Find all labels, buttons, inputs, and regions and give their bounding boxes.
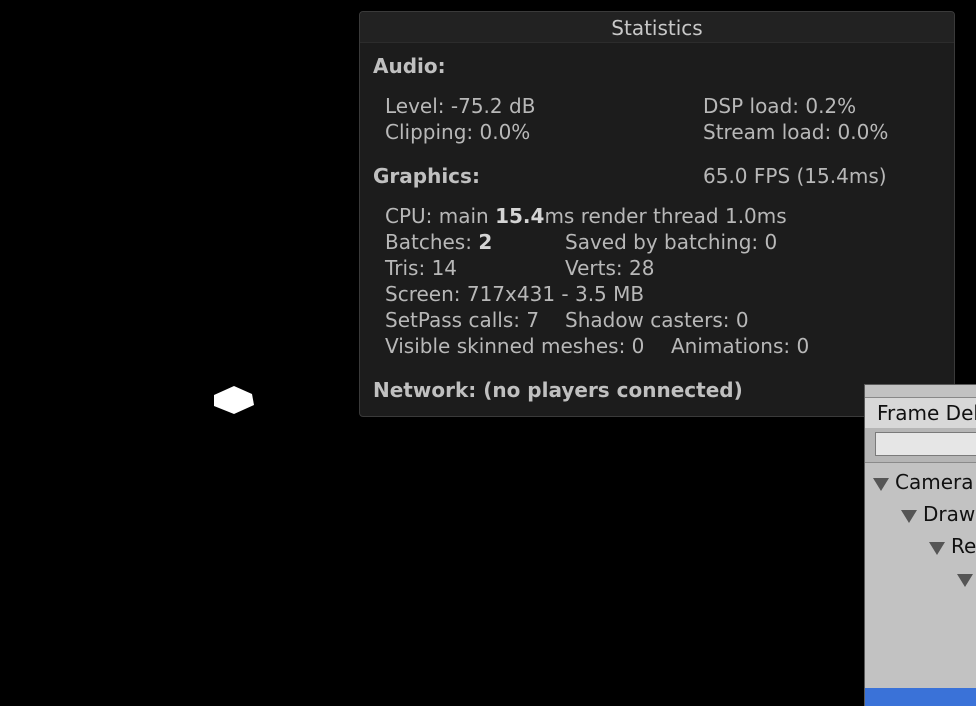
graphics-tris: Tris: 14 [385,256,458,280]
cpu-prefix: CPU: main [385,204,496,228]
audio-level: Level: -75.2 dB [385,94,536,118]
audio-clipping: Clipping: 0.0% [385,120,531,144]
expand-triangle-icon[interactable] [957,574,973,587]
batches-value: 2 [478,230,493,254]
graphics-saved-by-batching: Saved by batching: 0 [565,230,778,254]
expand-triangle-icon[interactable] [873,478,889,491]
graphics-cpu: CPU: main 15.4ms render thread 1.0ms [385,204,787,228]
statistics-title: Statistics [360,12,954,43]
graphics-fps: 65.0 FPS (15.4ms) [703,164,887,188]
graphics-batches: Batches: 2 [385,230,492,254]
frame-debugger-window[interactable]: Frame Debug Camera Draw Re [864,384,976,706]
expand-triangle-icon[interactable] [929,542,945,555]
graphics-animations: Animations: 0 [671,334,810,358]
frame-debugger-tab[interactable]: Frame Debug [865,397,976,429]
scene-viewport[interactable]: Statistics Audio: Level: -75.2 dB Clippi… [0,0,976,706]
selected-tree-row[interactable] [865,688,976,706]
frame-debugger-search-field[interactable] [875,432,976,456]
cube-shape [214,386,254,414]
tree-item-label: Draw [923,502,976,526]
tree-item-render[interactable]: Re [929,532,976,560]
graphics-screen: Screen: 717x431 - 3.5 MB [385,282,645,306]
tree-item-child[interactable] [957,564,976,592]
tree-item-label: Re [951,534,976,558]
network-status: Network: (no players connected) [373,378,743,402]
audio-stream-load: Stream load: 0.0% [703,120,889,144]
cpu-suffix: ms render thread 1.0ms [544,204,787,228]
batches-prefix: Batches: [385,230,479,254]
tree-item-draw[interactable]: Draw [901,500,975,528]
white-cube-object[interactable] [212,385,254,415]
graphics-setpass: SetPass calls: 7 [385,308,540,332]
graphics-heading: Graphics: [373,164,480,188]
tree-item-camera[interactable]: Camera [873,468,974,496]
statistics-panel: Statistics Audio: Level: -75.2 dB Clippi… [359,11,955,417]
graphics-skinned-meshes: Visible skinned meshes: 0 [385,334,645,358]
cpu-main-value: 15.4 [495,204,545,228]
graphics-verts: Verts: 28 [565,256,655,280]
frame-debugger-toolbar [865,428,976,463]
tree-item-label: Camera [895,470,974,494]
graphics-shadow-casters: Shadow casters: 0 [565,308,749,332]
audio-heading: Audio: [373,54,446,78]
audio-dsp-load: DSP load: 0.2% [703,94,857,118]
expand-triangle-icon[interactable] [901,510,917,523]
